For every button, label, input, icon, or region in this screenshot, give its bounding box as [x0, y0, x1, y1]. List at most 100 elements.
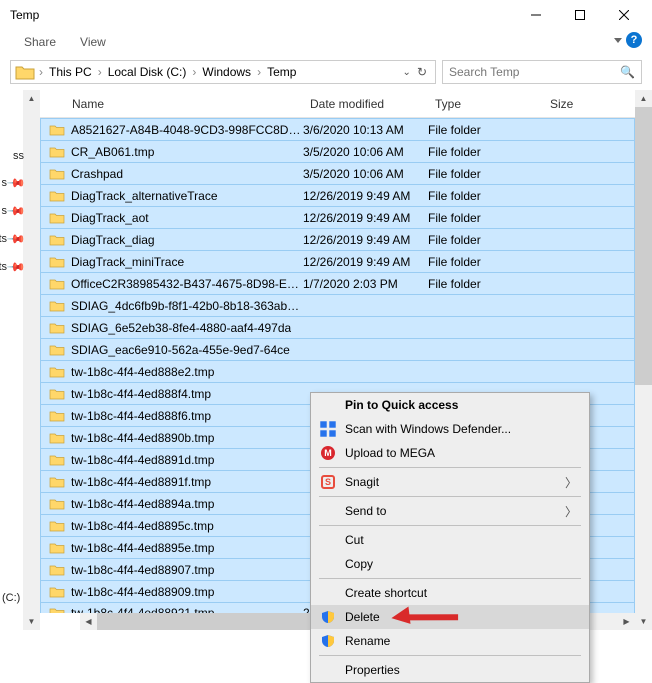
file-date: 3/5/2020 10:06 AM — [303, 167, 428, 181]
menu-snagit[interactable]: S Snagit 〉 — [311, 470, 589, 494]
breadcrumb-item[interactable]: This PC — [47, 65, 94, 79]
chevron-right-icon: › — [39, 65, 43, 79]
table-row[interactable]: DiagTrack_diag12/26/2019 9:49 AMFile fol… — [40, 228, 635, 250]
scrollbar-thumb[interactable] — [635, 107, 652, 385]
breadcrumb-item[interactable]: Local Disk (C:) — [106, 65, 189, 79]
file-name: DiagTrack_miniTrace — [71, 255, 184, 269]
file-name: tw-1b8c-4f4-4ed8891d.tmp — [71, 453, 214, 467]
menu-send-to[interactable]: Send to 〉 — [311, 499, 589, 523]
address-bar: › This PC › Local Disk (C:) › Windows › … — [0, 54, 652, 90]
quick-access-partial: ss s📌 s📌 ts📌 ts📌 — [0, 150, 26, 274]
drive-label[interactable]: (C:) — [0, 590, 22, 606]
breadcrumb[interactable]: › This PC › Local Disk (C:) › Windows › … — [10, 60, 436, 84]
table-row[interactable]: DiagTrack_miniTrace12/26/2019 9:49 AMFil… — [40, 250, 635, 272]
close-button[interactable] — [602, 1, 646, 29]
file-name: tw-1b8c-4f4-4ed8894a.tmp — [71, 497, 214, 511]
file-type: File folder — [428, 233, 543, 247]
pin-icon: 📌 — [6, 201, 26, 221]
table-row[interactable]: SDIAG_6e52eb38-8fe4-4880-aaf4-497da — [40, 316, 635, 338]
context-menu: Pin to Quick access Scan with Windows De… — [310, 392, 590, 683]
chevron-down-icon — [614, 38, 622, 43]
scroll-down-icon[interactable]: ▼ — [28, 617, 36, 626]
help-icon[interactable]: ? — [626, 32, 642, 48]
file-name: DiagTrack_alternativeTrace — [71, 189, 218, 203]
ribbon-tabs: Share View ? — [0, 30, 652, 54]
ribbon-help[interactable]: ? — [614, 32, 642, 48]
chevron-right-icon: › — [192, 65, 196, 79]
table-row[interactable]: OfficeC2R38985432-B437-4675-8D98-E82...1… — [40, 272, 635, 294]
menu-copy[interactable]: Copy — [311, 552, 589, 576]
minimize-button[interactable] — [514, 1, 558, 29]
vertical-scrollbar[interactable]: ▲ ▼ — [635, 90, 652, 630]
maximize-button[interactable] — [558, 1, 602, 29]
scroll-up-icon[interactable]: ▲ — [640, 94, 648, 103]
table-row[interactable]: A8521627-A84B-4048-9CD3-998FCC8D47...3/6… — [40, 118, 635, 140]
file-type: File folder — [428, 145, 543, 159]
menu-properties[interactable]: Properties — [311, 658, 589, 682]
file-type: File folder — [428, 211, 543, 225]
menu-cut[interactable]: Cut — [311, 528, 589, 552]
file-date: 12/26/2019 9:49 AM — [303, 211, 428, 225]
scroll-up-icon[interactable]: ▲ — [28, 94, 36, 103]
mega-icon: M — [319, 444, 337, 462]
file-type: File folder — [428, 167, 543, 181]
table-row[interactable]: SDIAG_4dc6fb9b-f8f1-42b0-8b18-363abd... — [40, 294, 635, 316]
file-name: DiagTrack_diag — [71, 233, 155, 247]
table-row[interactable]: CR_AB061.tmp3/5/2020 10:06 AMFile folder — [40, 140, 635, 162]
search-input[interactable]: Search Temp 🔍 — [442, 60, 642, 84]
pin-icon: 📌 — [6, 229, 26, 249]
file-type: File folder — [428, 123, 543, 137]
file-date: 12/26/2019 9:49 AM — [303, 255, 428, 269]
breadcrumb-item[interactable]: Temp — [265, 65, 298, 79]
table-row[interactable]: SDIAG_eac6e910-562a-455e-9ed7-64ce — [40, 338, 635, 360]
chevron-right-icon: › — [98, 65, 102, 79]
scroll-down-icon[interactable]: ▼ — [640, 617, 648, 626]
scroll-right-icon[interactable]: ▶ — [623, 617, 629, 626]
file-name: Crashpad — [71, 167, 123, 181]
column-date[interactable]: Date modified — [302, 97, 427, 111]
window-title: Temp — [6, 8, 514, 22]
snagit-icon: S — [319, 473, 337, 491]
file-name: tw-1b8c-4f4-4ed8895e.tmp — [71, 541, 214, 555]
chevron-down-icon[interactable]: ⌄ — [403, 67, 411, 78]
chevron-right-icon: › — [257, 65, 261, 79]
file-date: 3/5/2020 10:06 AM — [303, 145, 428, 159]
file-name: SDIAG_6e52eb38-8fe4-4880-aaf4-497da — [71, 321, 291, 335]
search-placeholder: Search Temp — [449, 65, 519, 79]
submenu-arrow-icon: 〉 — [565, 474, 581, 491]
file-name: tw-1b8c-4f4-4ed8891f.tmp — [71, 475, 211, 489]
shield-icon — [319, 608, 337, 626]
table-row[interactable]: tw-1b8c-4f4-4ed888e2.tmp — [40, 360, 635, 382]
file-type: File folder — [428, 277, 543, 291]
file-date: 12/26/2019 9:49 AM — [303, 189, 428, 203]
column-size[interactable]: Size — [542, 97, 612, 111]
scroll-left-icon[interactable]: ◀ — [85, 617, 91, 626]
defender-icon — [319, 420, 337, 438]
menu-pin-quick-access[interactable]: Pin to Quick access — [311, 393, 589, 417]
file-name: tw-1b8c-4f4-4ed8895c.tmp — [71, 519, 214, 533]
menu-upload-mega[interactable]: M Upload to MEGA — [311, 441, 589, 465]
search-icon: 🔍 — [620, 65, 635, 79]
folder-icon — [15, 64, 35, 80]
table-row[interactable]: DiagTrack_aot 12/26/2019 9:49 AMFile fold… — [40, 206, 635, 228]
file-name: DiagTrack_aot — [71, 211, 149, 225]
column-type[interactable]: Type — [427, 97, 542, 111]
column-headers[interactable]: Name Date modified Type Size — [40, 90, 635, 118]
content-area: ss s📌 s📌 ts📌 ts📌 (C:) ▲ ▼ Name Date modi… — [0, 90, 652, 630]
file-name: A8521627-A84B-4048-9CD3-998FCC8D47... — [71, 123, 303, 137]
submenu-arrow-icon: 〉 — [565, 503, 581, 520]
file-name: tw-1b8c-4f4-4ed888f6.tmp — [71, 409, 211, 423]
table-row[interactable]: DiagTrack_alternativeTrace 12/26/2019 9:4… — [40, 184, 635, 206]
column-name[interactable]: Name — [44, 97, 302, 111]
file-date: 1/7/2020 2:03 PM — [303, 277, 428, 291]
file-name: SDIAG_eac6e910-562a-455e-9ed7-64ce — [71, 343, 290, 357]
file-name: SDIAG_4dc6fb9b-f8f1-42b0-8b18-363abd... — [71, 299, 303, 313]
tab-share[interactable]: Share — [24, 35, 56, 49]
breadcrumb-item[interactable]: Windows — [200, 65, 253, 79]
tab-view[interactable]: View — [80, 35, 106, 49]
pin-icon: 📌 — [6, 173, 26, 193]
table-row[interactable]: Crashpad 3/5/2020 10:06 AMFile folder — [40, 162, 635, 184]
file-date: 3/6/2020 10:13 AM — [303, 123, 428, 137]
refresh-icon[interactable]: ↻ — [417, 65, 427, 79]
menu-scan-defender[interactable]: Scan with Windows Defender... — [311, 417, 589, 441]
